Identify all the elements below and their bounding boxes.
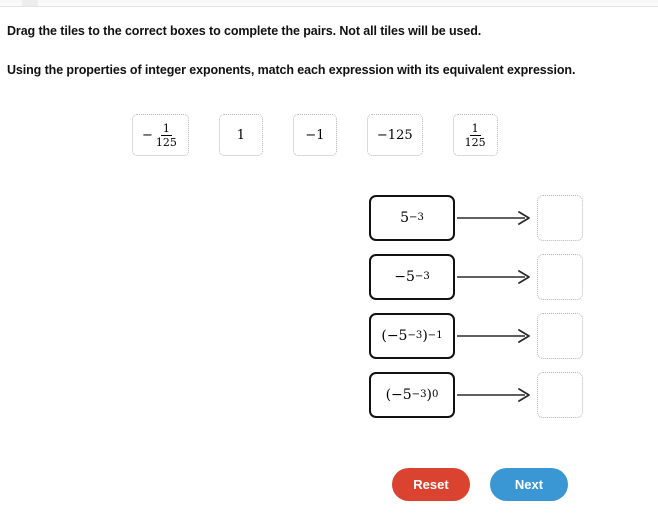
expression-box-4[interactable]: (−5 −3) 0 <box>369 372 455 418</box>
match-row-4: (−5 −3) 0 <box>369 371 583 419</box>
expression-box-1[interactable]: 5 −3 <box>369 195 455 241</box>
arrow-2 <box>455 267 537 287</box>
fraction-denominator: 125 <box>155 135 177 149</box>
fraction-denominator: 125 <box>464 135 486 149</box>
tile-label: −1 <box>305 127 325 143</box>
fraction-numerator: 1 <box>469 121 481 136</box>
match-row-3: (−5 −3) −1 <box>369 312 583 360</box>
tile-negative-sign: − <box>142 127 153 143</box>
arrow-1 <box>455 208 537 228</box>
top-divider-line <box>0 6 658 7</box>
tile-tray: − 1 125 1 −1 −125 1 125 <box>132 114 498 156</box>
arrow-right-icon <box>457 270 530 284</box>
expression-base: −5 <box>394 269 415 285</box>
match-area: 5 −3 −5 −3 (−5 −3) −1 (−5 −3) 0 <box>369 194 583 430</box>
tile-neg-125[interactable]: −125 <box>366 114 423 156</box>
tile-one[interactable]: 1 <box>218 114 263 156</box>
match-row-2: −5 −3 <box>369 253 583 301</box>
expression-close-paren: ) <box>422 328 428 344</box>
tile-spacer <box>423 135 453 136</box>
drop-target-2[interactable] <box>537 254 583 300</box>
arrow-right-icon <box>457 211 530 225</box>
tile-neg-one-over-125[interactable]: − 1 125 <box>132 114 189 156</box>
arrow-right-icon <box>457 388 530 402</box>
fraction-numerator: 1 <box>160 121 172 136</box>
expression-box-2[interactable]: −5 −3 <box>369 254 455 300</box>
arrow-right-icon <box>457 329 530 343</box>
arrow-4 <box>455 385 537 405</box>
drop-target-3[interactable] <box>537 313 583 359</box>
drop-target-1[interactable] <box>537 195 583 241</box>
button-bar: Reset Next <box>392 468 568 501</box>
next-button[interactable]: Next <box>490 468 568 501</box>
tile-spacer <box>337 135 367 136</box>
reset-button[interactable]: Reset <box>392 468 470 501</box>
tile-fraction: 1 125 <box>154 123 179 148</box>
expression-base: (−5 <box>385 387 412 403</box>
instruction-line-2: Using the properties of integer exponent… <box>7 63 576 77</box>
tile-neg-one[interactable]: −1 <box>292 114 337 156</box>
arrow-3 <box>455 326 537 346</box>
drop-target-4[interactable] <box>537 372 583 418</box>
expression-base: 5 <box>400 210 410 226</box>
expression-base: (−5 <box>381 328 408 344</box>
match-row-1: 5 −3 <box>369 194 583 242</box>
tile-label: −125 <box>376 127 413 143</box>
tile-spacer <box>189 135 219 136</box>
tile-fraction: 1 125 <box>463 123 488 148</box>
tile-label: 1 <box>236 127 246 143</box>
tile-spacer <box>263 135 293 136</box>
instruction-line-1: Drag the tiles to the correct boxes to c… <box>7 24 482 38</box>
expression-box-3[interactable]: (−5 −3) −1 <box>369 313 455 359</box>
tile-one-over-125[interactable]: 1 125 <box>452 114 498 156</box>
